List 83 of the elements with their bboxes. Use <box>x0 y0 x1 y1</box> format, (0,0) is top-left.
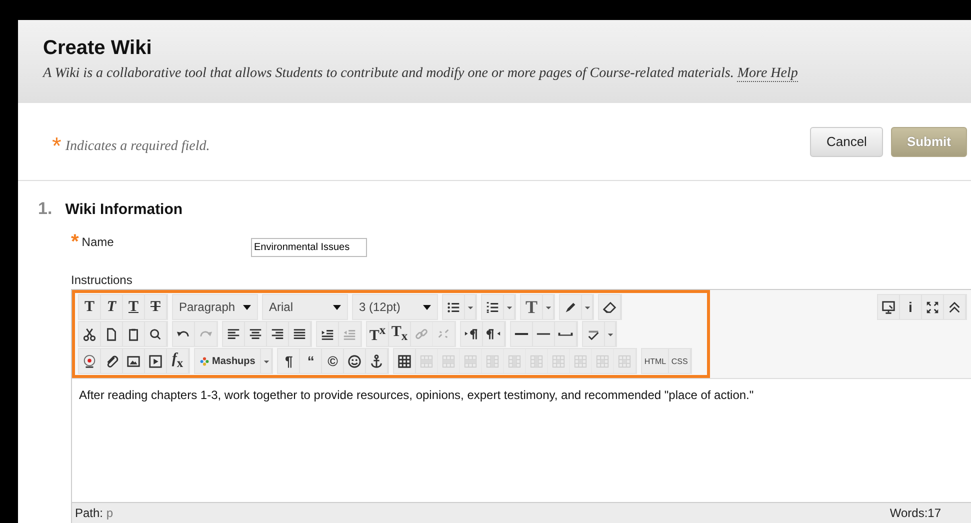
rtl-icon <box>486 326 501 342</box>
monitor-icon <box>881 300 896 314</box>
align-right-icon <box>270 326 285 342</box>
dropdown-select[interactable]: Arial <box>263 295 347 319</box>
dropdown-button[interactable] <box>582 295 593 319</box>
page-title: Create Wiki <box>43 36 153 61</box>
line-icon <box>514 332 529 336</box>
word-count: Words:17 <box>890 506 941 520</box>
space-icon <box>558 332 573 336</box>
caret-icon <box>506 304 512 310</box>
caret-icon <box>544 304 552 310</box>
table-cell-icon <box>573 354 588 368</box>
fullscreen-icon <box>925 300 940 314</box>
name-field[interactable]: Environmental Issues <box>251 238 367 257</box>
page-icon <box>104 326 119 342</box>
clipboard-icon <box>126 326 141 342</box>
caret-icon <box>243 303 251 311</box>
table-column-icon <box>507 354 522 368</box>
name-label: Name <box>82 235 114 249</box>
cancel-button[interactable]: Cancel <box>810 126 883 156</box>
caret-icon <box>333 303 341 311</box>
format-button[interactable]: ¶ <box>278 349 300 373</box>
caret-icon <box>584 304 590 310</box>
dropdown-button[interactable] <box>465 295 476 319</box>
caret-icon <box>423 303 431 311</box>
eraser-icon <box>602 300 617 314</box>
caret-icon <box>466 304 474 310</box>
format-button[interactable]: f$_{x}$ <box>167 349 189 373</box>
format-button[interactable]: T <box>521 295 543 319</box>
ltr-icon <box>464 326 479 342</box>
align-center-icon <box>248 326 263 342</box>
dropdown-button[interactable] <box>504 295 515 319</box>
align-justify-icon <box>292 326 307 342</box>
numbered-list-icon <box>485 300 500 314</box>
scissors-icon <box>82 326 97 342</box>
format-button[interactable]: T <box>145 295 167 319</box>
format-button[interactable]: © <box>322 349 344 373</box>
caret-icon <box>606 330 614 338</box>
format-button[interactable]: “ <box>300 349 322 373</box>
anchor-icon <box>369 354 384 368</box>
dropdown-button[interactable] <box>261 349 272 373</box>
format-button[interactable]: T <box>101 295 123 319</box>
thick-line-icon <box>536 332 551 336</box>
table-row-icon <box>441 354 456 368</box>
info-button[interactable]: i <box>900 295 922 319</box>
collapse-icon <box>947 300 962 314</box>
table-column-icon <box>529 354 544 368</box>
section-title: Wiki Information <box>65 201 183 218</box>
dropdown-select[interactable]: 3 (12pt) <box>353 295 437 319</box>
format-button[interactable]: T$_{x}$ <box>389 322 411 346</box>
smiley-icon <box>347 354 362 368</box>
table-cell-icon <box>595 354 610 368</box>
table-cell-icon <box>617 354 632 368</box>
section-number: 1. <box>38 199 52 219</box>
format-button[interactable]: T <box>123 295 145 319</box>
mashups-button[interactable]: Mashups <box>195 349 262 373</box>
image-icon <box>126 354 141 368</box>
required-note: Indicates a required field. <box>65 138 210 154</box>
dropdown-button[interactable] <box>605 322 616 346</box>
path-label: Path: <box>75 506 104 520</box>
table-row-icon <box>419 354 434 368</box>
table-cell-icon <box>551 354 566 368</box>
dropdown-select[interactable]: Paragraph <box>173 295 257 319</box>
help-link[interactable]: More Help <box>737 66 798 82</box>
table-column-icon <box>485 354 500 368</box>
format-button[interactable]: HTML <box>642 349 670 373</box>
search-icon <box>148 326 163 342</box>
media-icon <box>148 354 163 368</box>
bullet-list-icon <box>446 300 461 314</box>
caret-icon <box>262 358 270 364</box>
page-description: A Wiki is a collaborative tool that allows Students to contribute and modify one or more pages of Course-related materials. More Help <box>43 66 799 82</box>
format-button[interactable]: T$^{x}$ <box>367 322 389 346</box>
table-row-icon <box>463 354 478 368</box>
path-value: p <box>106 506 114 520</box>
format-button[interactable]: T <box>79 295 101 319</box>
webcam-icon <box>82 354 97 368</box>
dropdown-button[interactable] <box>543 295 554 319</box>
align-left-icon <box>226 326 241 342</box>
format-button[interactable]: CSS <box>669 349 692 373</box>
dots-icon <box>200 356 209 366</box>
instructions-label: Instructions <box>71 273 134 287</box>
table-icon <box>397 354 412 368</box>
link-icon <box>414 326 429 342</box>
